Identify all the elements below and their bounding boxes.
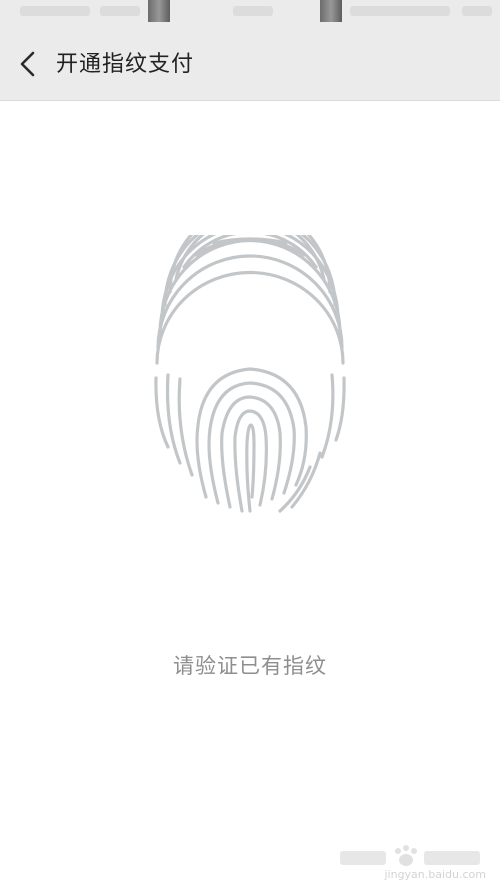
status-bar-blurred-region bbox=[20, 6, 90, 16]
status-bar-blurred-region bbox=[100, 6, 140, 16]
status-bar-blurred-region bbox=[148, 0, 170, 22]
page-title: 开通指纹支付 bbox=[56, 52, 195, 77]
baidu-jingyan-watermark: jingyan.baidu.com bbox=[336, 843, 486, 881]
status-bar-blurred-region bbox=[350, 6, 450, 16]
status-bar-blurred-region bbox=[462, 6, 492, 16]
verify-fingerprint-prompt: 请验证已有指纹 bbox=[173, 654, 327, 678]
status-bar bbox=[0, 0, 500, 28]
fingerprint-icon bbox=[154, 235, 346, 513]
chevron-left-icon bbox=[20, 51, 35, 77]
watermark-domain: jingyan.baidu.com bbox=[384, 868, 486, 881]
app-header: 开通指纹支付 bbox=[0, 28, 500, 101]
back-button[interactable] bbox=[10, 44, 46, 84]
paw-logo-icon bbox=[340, 845, 480, 866]
status-bar-blurred-region bbox=[320, 0, 342, 22]
status-bar-blurred-region bbox=[233, 6, 273, 16]
